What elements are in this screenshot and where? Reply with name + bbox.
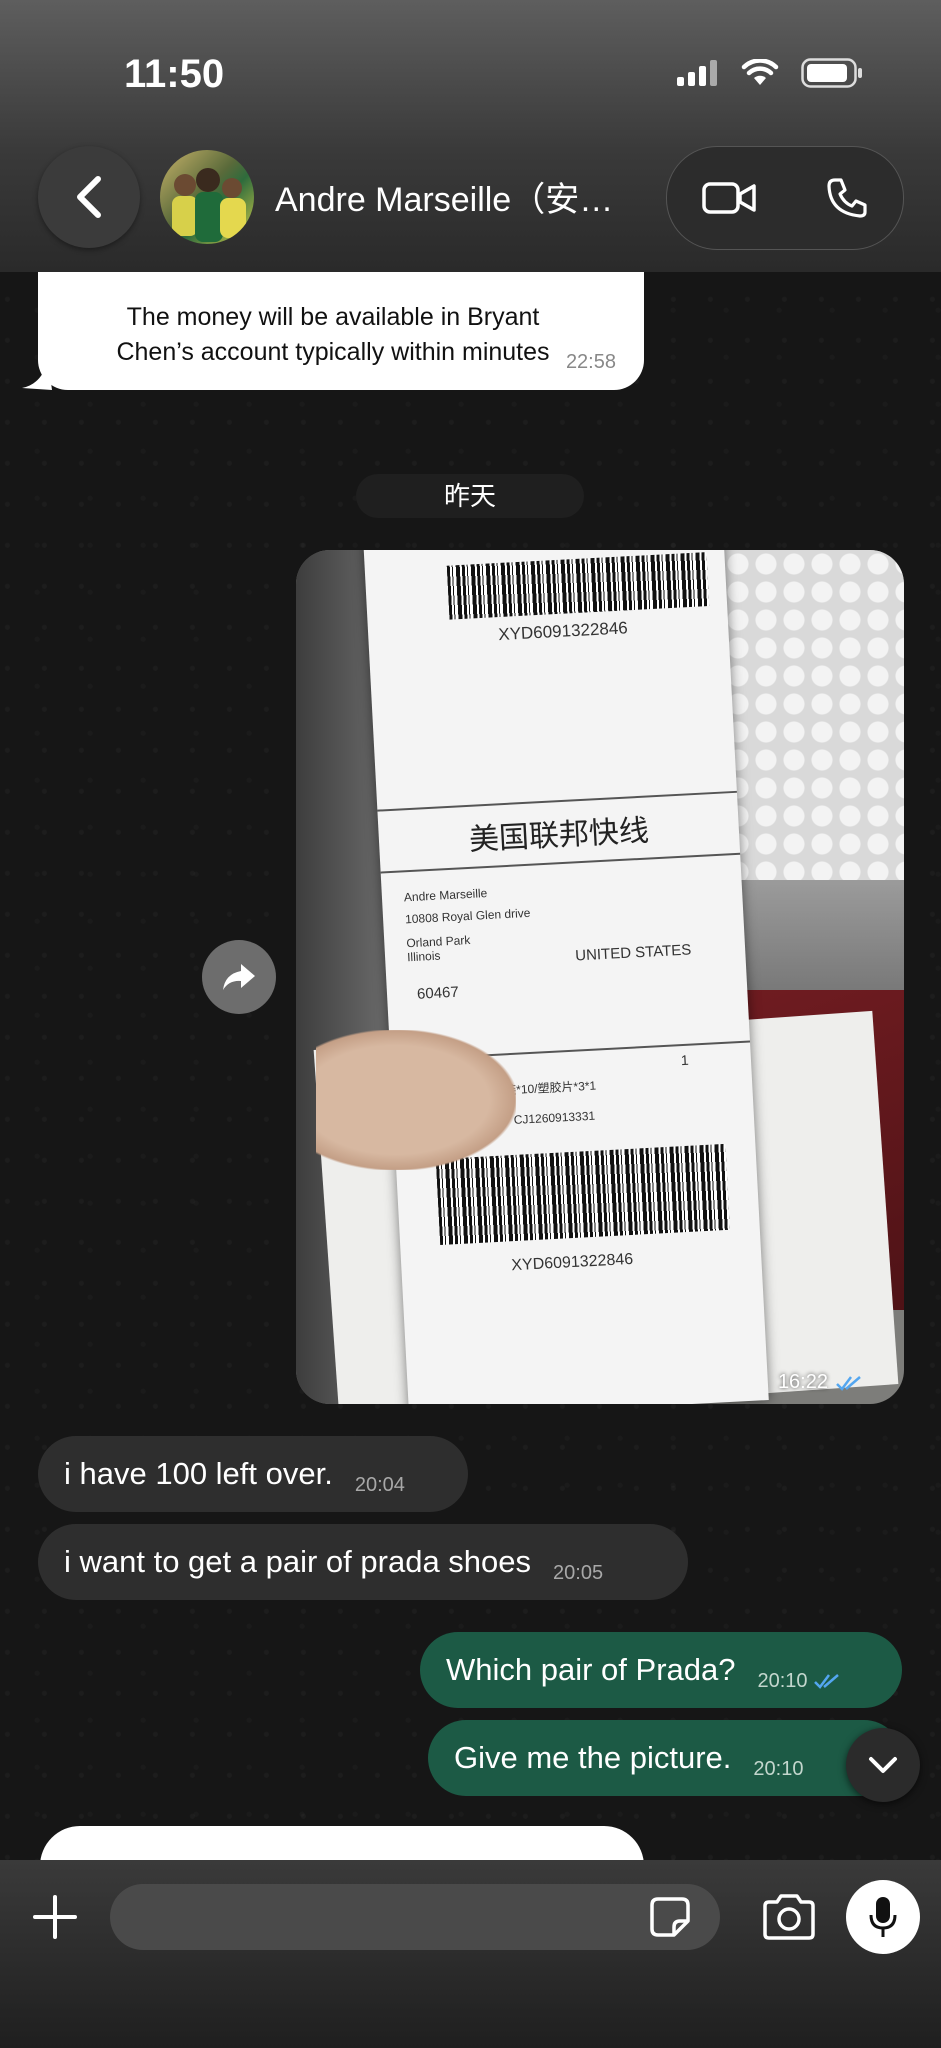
message-text: Give me the picture. xyxy=(454,1740,732,1775)
message-text: i want to get a pair of prada shoes xyxy=(64,1544,532,1579)
read-ticks-icon xyxy=(813,1674,839,1689)
sticker-icon xyxy=(650,1897,690,1937)
message-time: 20:10 xyxy=(753,1757,804,1780)
message-time-text: 20:10 xyxy=(757,1669,808,1692)
shipping-label: XYD6091322846 美国联邦快线 Andre Marseille 108… xyxy=(363,550,769,1404)
chevron-down-icon xyxy=(869,1757,897,1773)
photo-hand xyxy=(316,1030,516,1170)
camera-icon xyxy=(763,1894,815,1940)
read-ticks-icon xyxy=(836,1375,861,1391)
contact-name[interactable]: Andre Marseille（安… xyxy=(275,172,613,221)
label-cj-code: CJ1260913331 xyxy=(513,1108,596,1127)
chevron-left-icon xyxy=(77,176,101,218)
message-bubble-incoming[interactable]: i have 100 left over. 20:04 xyxy=(38,1436,468,1512)
label-country: UNITED STATES xyxy=(574,941,692,965)
message-bubble-incoming[interactable]: i want to get a pair of prada shoes 20:0… xyxy=(38,1524,688,1600)
plus-icon xyxy=(33,1895,77,1939)
status-time: 11:50 xyxy=(124,52,225,96)
avatar-image xyxy=(172,168,246,242)
bubble-tail xyxy=(22,360,52,390)
message-input[interactable] xyxy=(110,1884,720,1950)
forward-button[interactable] xyxy=(202,940,276,1014)
contact-avatar[interactable] xyxy=(160,150,254,244)
label-title: 美国联邦快线 xyxy=(377,790,741,874)
video-call-icon[interactable] xyxy=(701,180,756,216)
phone-call-icon[interactable] xyxy=(825,176,869,220)
message-bubble-outgoing[interactable]: Which pair of Prada? 20:10 xyxy=(420,1632,902,1708)
label-tracking-code: XYD6091322846 xyxy=(497,618,629,645)
date-divider: 昨天 xyxy=(356,474,584,518)
message-time: 20:05 xyxy=(553,1561,604,1584)
photo-time-text: 16:22 xyxy=(777,1371,828,1393)
microphone-icon xyxy=(869,1897,897,1937)
camera-button[interactable] xyxy=(760,1890,818,1944)
label-address: Andre Marseille 10808 Royal Glen drive O… xyxy=(403,880,532,964)
label-tracking-code-bottom: XYD6091322846 xyxy=(510,1250,634,1275)
message-bubble-incoming[interactable]: The money will be available in Bryant Ch… xyxy=(38,272,644,390)
barcode-icon xyxy=(446,552,710,620)
status-icons xyxy=(677,58,863,88)
label-quantity: 1 xyxy=(680,1051,690,1069)
message-time: 16:22 xyxy=(778,1371,864,1394)
label-zip: 60467 xyxy=(416,983,460,1003)
message-text: i have 100 left over. xyxy=(64,1456,333,1491)
message-time: 20:10 xyxy=(757,1670,841,1693)
forward-arrow-icon xyxy=(223,964,255,990)
attach-button[interactable] xyxy=(26,1888,84,1946)
wifi-icon xyxy=(741,59,779,85)
cellular-signal-icon xyxy=(677,60,717,86)
message-time: 22:58 xyxy=(565,351,616,373)
scroll-to-bottom-button[interactable] xyxy=(846,1728,920,1802)
message-bubble-outgoing[interactable]: Give me the picture. 20:10 xyxy=(428,1720,902,1796)
message-time: 20:04 xyxy=(354,1473,405,1496)
sticker-button[interactable] xyxy=(646,1893,694,1941)
back-button[interactable] xyxy=(38,146,140,248)
call-actions xyxy=(666,146,904,250)
message-text: The money will be available in Bryant Ch… xyxy=(116,303,550,366)
voice-message-button[interactable] xyxy=(846,1880,920,1954)
message-text: Which pair of Prada? xyxy=(446,1652,736,1687)
image-message[interactable]: pels XYD6091322846 美国联邦快线 Andre Marseill… xyxy=(296,550,904,1404)
battery-icon xyxy=(801,58,862,88)
photo-bubble-wrap xyxy=(724,550,904,890)
